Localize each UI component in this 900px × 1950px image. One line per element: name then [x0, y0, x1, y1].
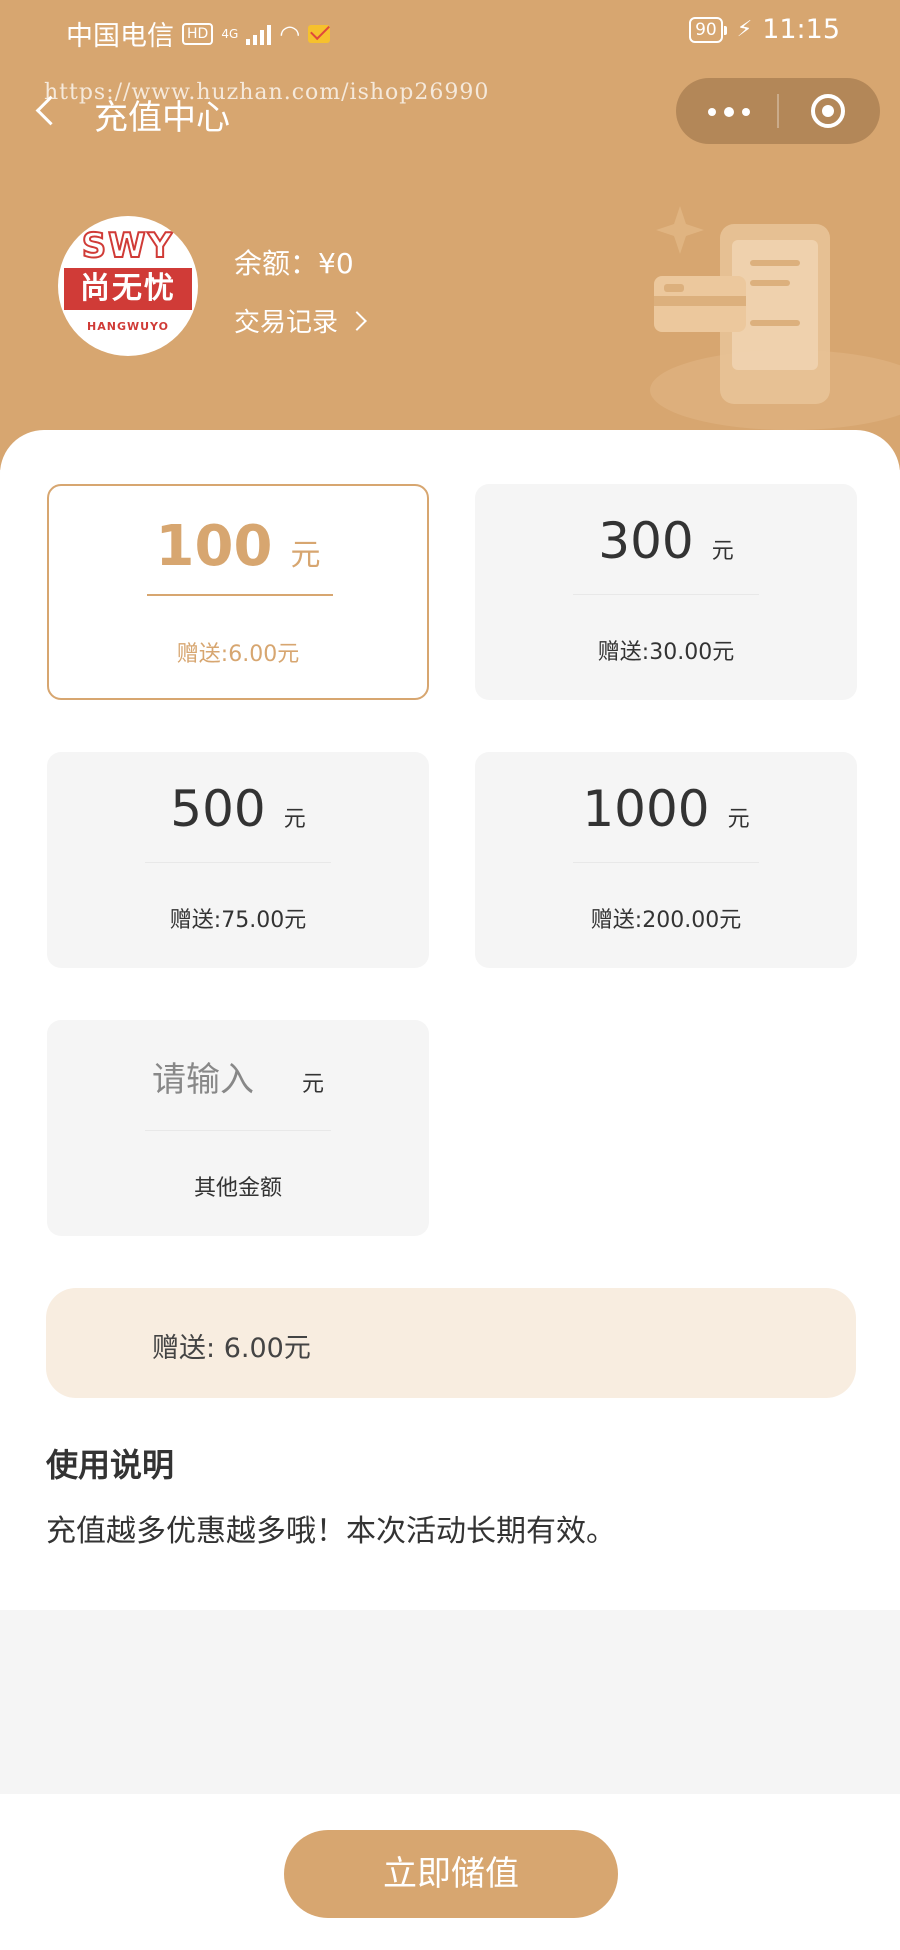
amount-option-300[interactable]: 300 元 赠送:30.00元	[475, 484, 857, 700]
back-button[interactable]	[30, 94, 66, 130]
balance: 余额：¥0	[234, 242, 354, 282]
balance-value: ¥0	[318, 247, 354, 280]
amount-gift: 赠送:200.00元	[590, 908, 742, 933]
bonus-summary: 赠送: 6.00元	[46, 1288, 856, 1398]
amount-gift: 赠送:75.00元	[169, 908, 307, 933]
signal-icon	[246, 23, 272, 45]
transaction-record-label: 交易记录	[234, 308, 339, 338]
amount-gift: 赠送:6.00元	[176, 642, 300, 667]
message-icon	[308, 24, 331, 43]
status-bar: 中国电信 HD 4G ◠ 90 ⚡ 11:15	[0, 0, 900, 62]
amount-unit: 元	[711, 539, 734, 564]
amount-value: 300	[598, 512, 694, 570]
charging-icon: ⚡	[736, 17, 753, 42]
page-title: 充值中心	[94, 98, 230, 138]
amount-unit: 元	[290, 538, 321, 573]
amount-option-100[interactable]: 100 元 赠送:6.00元	[47, 484, 429, 700]
custom-amount-option[interactable]: 请输入 元 其他金额	[47, 1020, 429, 1236]
network-type: 4G	[221, 26, 239, 41]
amount-value: 1000	[582, 780, 710, 838]
amount-divider	[145, 862, 331, 863]
wifi-icon: ◠	[279, 19, 301, 48]
battery-icon: 90	[689, 16, 727, 43]
usage-title: 使用说明	[46, 1446, 175, 1484]
bonus-value: 6.00元	[223, 1333, 311, 1364]
wallet-illustration	[650, 206, 900, 430]
more-icon[interactable]	[708, 107, 750, 117]
carrier-name: 中国电信	[66, 21, 174, 52]
avatar: SWY 尚无忧 HANGWUYO	[58, 216, 198, 356]
chevron-right-icon	[347, 310, 367, 331]
amount-unit: 元	[727, 807, 750, 832]
amount-gift: 赠送:30.00元	[597, 640, 735, 665]
recharge-now-button[interactable]: 立即储值	[284, 1830, 618, 1918]
bonus-label: 赠送:	[152, 1333, 216, 1364]
hd-icon: HD	[182, 22, 214, 45]
clock: 11:15	[762, 14, 840, 45]
amount-divider	[145, 1130, 331, 1131]
custom-amount-input[interactable]: 请输入	[152, 1060, 254, 1100]
amount-unit: 元	[301, 1072, 324, 1097]
amount-value: 500	[170, 780, 266, 838]
amount-divider	[573, 862, 759, 863]
amount-divider	[147, 594, 333, 596]
usage-description: 充值越多优惠越多哦！本次活动长期有效。	[46, 1514, 616, 1549]
custom-amount-label: 其他金额	[193, 1176, 282, 1201]
balance-label: 余额：	[234, 247, 319, 280]
close-target-icon[interactable]	[811, 94, 845, 128]
amount-option-1000[interactable]: 1000 元 赠送:200.00元	[475, 752, 857, 968]
amount-option-500[interactable]: 500 元 赠送:75.00元	[47, 752, 429, 968]
logo-brand: 尚无忧	[64, 268, 192, 310]
amount-unit: 元	[283, 807, 306, 832]
capsule-divider	[777, 94, 779, 128]
logo-letters: SWY	[81, 225, 175, 267]
amount-value: 100	[155, 514, 273, 579]
bottom-bar: 立即储值	[0, 1794, 900, 1950]
logo-pinyin: HANGWUYO	[87, 320, 169, 333]
mini-program-capsule	[676, 78, 880, 144]
amount-divider	[573, 594, 759, 595]
transaction-record-link[interactable]: 交易记录	[234, 302, 367, 339]
